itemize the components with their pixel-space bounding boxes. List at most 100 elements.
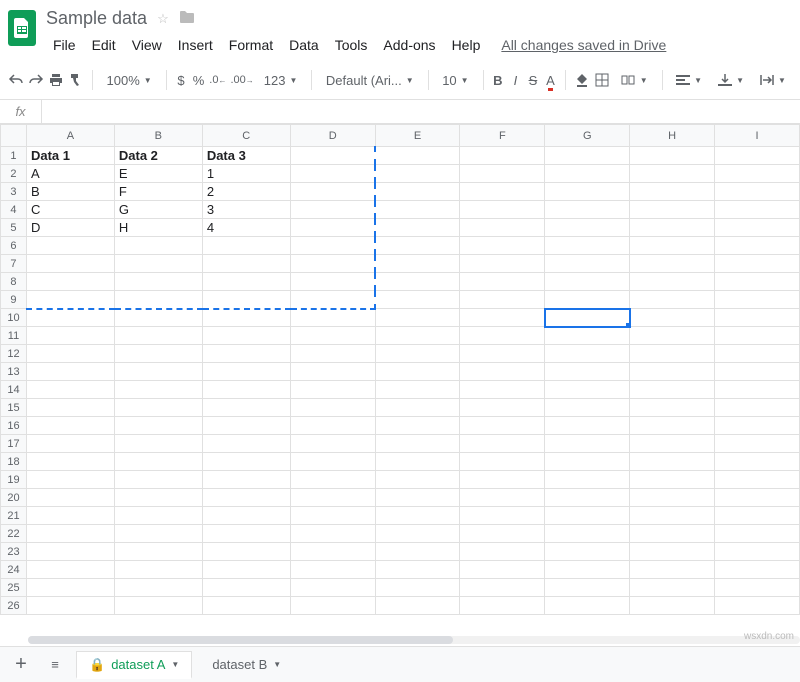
row-header[interactable]: 4 — [1, 201, 27, 219]
cell[interactable] — [290, 489, 375, 507]
cell[interactable] — [202, 417, 290, 435]
cell[interactable] — [202, 327, 290, 345]
select-all-corner[interactable] — [1, 125, 27, 147]
undo-button[interactable] — [8, 67, 24, 93]
row-header[interactable]: 21 — [1, 507, 27, 525]
cell[interactable] — [114, 255, 202, 273]
cell[interactable] — [630, 309, 715, 327]
cell[interactable] — [715, 561, 800, 579]
menu-help[interactable]: Help — [445, 33, 488, 57]
cell[interactable] — [290, 327, 375, 345]
cell[interactable]: F — [114, 183, 202, 201]
row-header[interactable]: 1 — [1, 147, 27, 165]
cell[interactable] — [715, 471, 800, 489]
cell[interactable] — [460, 489, 545, 507]
col-header-i[interactable]: I — [715, 125, 800, 147]
cell[interactable] — [202, 309, 290, 327]
row-header[interactable]: 17 — [1, 435, 27, 453]
cell[interactable] — [375, 273, 460, 291]
cell[interactable] — [545, 471, 630, 489]
cell[interactable] — [375, 453, 460, 471]
cell[interactable] — [202, 489, 290, 507]
menu-tools[interactable]: Tools — [328, 33, 375, 57]
document-title[interactable]: Sample data — [46, 8, 147, 29]
cell[interactable]: 4 — [202, 219, 290, 237]
cell[interactable] — [26, 291, 114, 309]
col-header-f[interactable]: F — [460, 125, 545, 147]
cell[interactable] — [375, 165, 460, 183]
merge-cells-button[interactable]: ▼ — [614, 67, 654, 93]
cell[interactable] — [460, 471, 545, 489]
cell[interactable] — [375, 327, 460, 345]
cell[interactable] — [290, 237, 375, 255]
cell[interactable] — [630, 489, 715, 507]
cell[interactable] — [715, 525, 800, 543]
cell[interactable]: 3 — [202, 201, 290, 219]
cell[interactable] — [114, 489, 202, 507]
cell[interactable] — [460, 219, 545, 237]
col-header-c[interactable]: C — [202, 125, 290, 147]
save-status[interactable]: All changes saved in Drive — [501, 37, 666, 53]
cell[interactable] — [715, 147, 800, 165]
horizontal-align-button[interactable]: ▼ — [670, 67, 708, 93]
cell[interactable] — [375, 237, 460, 255]
cell[interactable] — [375, 345, 460, 363]
cell[interactable] — [545, 561, 630, 579]
cell[interactable] — [460, 453, 545, 471]
cell[interactable] — [460, 435, 545, 453]
row-header[interactable]: 18 — [1, 453, 27, 471]
cell[interactable] — [460, 507, 545, 525]
cell[interactable] — [630, 435, 715, 453]
cell[interactable] — [375, 183, 460, 201]
cell[interactable] — [114, 561, 202, 579]
col-header-h[interactable]: H — [630, 125, 715, 147]
cell[interactable] — [290, 147, 375, 165]
col-header-d[interactable]: D — [290, 125, 375, 147]
zoom-dropdown[interactable]: 100%▼ — [101, 67, 158, 93]
cell[interactable] — [375, 201, 460, 219]
cell[interactable] — [630, 165, 715, 183]
folder-icon[interactable] — [179, 10, 195, 27]
cell[interactable] — [26, 399, 114, 417]
cell[interactable] — [460, 579, 545, 597]
row-header[interactable]: 23 — [1, 543, 27, 561]
cell[interactable] — [290, 273, 375, 291]
row-header[interactable]: 15 — [1, 399, 27, 417]
cell[interactable] — [375, 363, 460, 381]
cell[interactable] — [114, 579, 202, 597]
cell[interactable] — [630, 507, 715, 525]
cell[interactable]: E — [114, 165, 202, 183]
cell[interactable] — [630, 345, 715, 363]
cell[interactable] — [290, 597, 375, 615]
cell[interactable] — [375, 147, 460, 165]
cell[interactable] — [290, 165, 375, 183]
cell[interactable] — [630, 399, 715, 417]
cell[interactable] — [114, 399, 202, 417]
cell[interactable] — [545, 255, 630, 273]
cell[interactable] — [545, 453, 630, 471]
cell[interactable] — [375, 597, 460, 615]
cell[interactable] — [545, 201, 630, 219]
cell[interactable] — [114, 543, 202, 561]
cell[interactable] — [202, 471, 290, 489]
sheets-logo[interactable] — [8, 10, 36, 46]
row-header[interactable]: 3 — [1, 183, 27, 201]
row-header[interactable]: 16 — [1, 417, 27, 435]
sheet-tab[interactable]: dataset B ▼ — [200, 651, 293, 679]
cell[interactable] — [545, 525, 630, 543]
cell[interactable] — [202, 507, 290, 525]
cell[interactable] — [460, 363, 545, 381]
row-header[interactable]: 19 — [1, 471, 27, 489]
cell[interactable] — [290, 399, 375, 417]
cell[interactable] — [545, 165, 630, 183]
cell[interactable] — [26, 381, 114, 399]
cell[interactable]: 2 — [202, 183, 290, 201]
cell[interactable] — [26, 363, 114, 381]
cell[interactable]: D — [26, 219, 114, 237]
cell[interactable] — [290, 201, 375, 219]
cell[interactable] — [290, 363, 375, 381]
cell[interactable] — [26, 273, 114, 291]
cell[interactable] — [114, 507, 202, 525]
cell[interactable] — [202, 291, 290, 309]
cell[interactable] — [202, 345, 290, 363]
